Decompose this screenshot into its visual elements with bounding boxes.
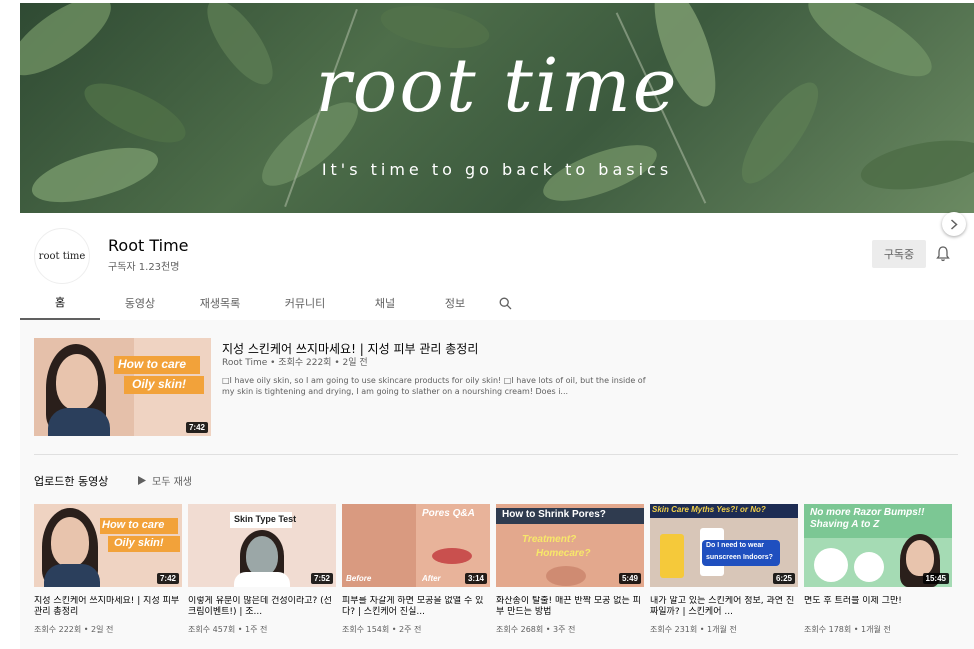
tab-home[interactable]: 홈 — [20, 286, 100, 320]
featured-video-meta: Root Time • 조회수 222회 • 2일 전 — [222, 358, 368, 368]
thumb-caption: sunscreen Indoors? — [706, 554, 773, 561]
featured-duration: 7:42 — [185, 422, 208, 433]
video-meta: 조회수 231회 • 1개월 전 — [650, 625, 737, 634]
uploads-shelf: How to care Oily skin! 7:42 지성 스킨케어 쓰지마세… — [34, 504, 964, 639]
video-card[interactable]: How to Shrink Pores? Treatment? Homecare… — [496, 504, 644, 635]
video-card[interactable]: How to care Oily skin! 7:42 지성 스킨케어 쓰지마세… — [34, 504, 182, 635]
video-meta: 조회수 178회 • 1개월 전 — [804, 625, 891, 634]
channel-name: Root Time — [108, 236, 189, 255]
video-duration: 7:52 — [310, 573, 333, 584]
thumb-caption: How to care — [102, 519, 165, 531]
video-duration: 7:42 — [156, 573, 179, 584]
channel-search-icon[interactable] — [490, 286, 520, 320]
avatar-text: root time — [38, 250, 86, 262]
channel-tabs: 홈 동영상 재생목록 커뮤니티 채널 정보 — [20, 286, 974, 320]
play-all-label: 모두 재생 — [152, 476, 192, 488]
video-title[interactable]: 화산송이 탈출! 매끈 반짝 모공 없는 피부 만드는 방법 — [496, 596, 644, 618]
chevron-right-icon — [950, 218, 958, 230]
video-thumbnail[interactable]: How to care Oily skin! 7:42 — [34, 504, 182, 587]
tab-playlists[interactable]: 재생목록 — [180, 286, 260, 320]
video-card[interactable]: Pores Q&A Before After 3:14 피부를 자갈게 하면 모… — [342, 504, 490, 635]
thumb-caption: Treatment? — [522, 534, 577, 545]
featured-video-thumbnail[interactable]: How to care Oily skin! 7:42 — [34, 338, 211, 436]
channel-banner: root time It's time to go back to basics — [20, 3, 974, 213]
video-card[interactable]: Skin Type Test 7:52 이렇게 유분이 많은데 건성이라고? (… — [188, 504, 336, 635]
tab-videos[interactable]: 동영상 — [100, 286, 180, 320]
featured-video-description: □I have oily skin, so I am going to use … — [222, 376, 646, 396]
thumb-caption: Homecare? — [536, 548, 591, 559]
tab-community[interactable]: 커뮤니티 — [260, 286, 350, 320]
video-title[interactable]: 피부를 자갈게 하면 모공을 없앨 수 있다? | 스킨케어 진실... — [342, 596, 490, 618]
banner-subtitle: It's time to go back to basics — [321, 160, 673, 179]
thumb-caption: After — [422, 574, 441, 583]
subscribed-button[interactable]: 구독중 — [872, 240, 926, 268]
notification-bell-icon[interactable] — [934, 244, 952, 264]
banner-title: root time — [315, 43, 679, 129]
thumb-caption: Before — [346, 574, 372, 583]
play-all-button[interactable]: 모두 재생 — [138, 471, 192, 489]
subscriber-count: 구독자 1.23천명 — [108, 262, 180, 273]
video-meta: 조회수 222회 • 2일 전 — [34, 625, 114, 634]
shelf-next-button[interactable] — [942, 212, 966, 236]
home-content: How to care Oily skin! 7:42 지성 스킨케어 쓰지마세… — [20, 320, 974, 649]
video-thumbnail[interactable]: No more Razor Bumps!! Shaving A to Z 15:… — [804, 504, 952, 587]
play-icon — [138, 475, 146, 485]
thumb-caption: How to Shrink Pores? — [502, 509, 606, 520]
tab-channels[interactable]: 채널 — [350, 286, 420, 320]
video-title[interactable]: 이렇게 유분이 많은데 건성이라고? (선크림이벤트!) | 조... — [188, 596, 336, 618]
video-meta: 조회수 268회 • 3주 전 — [496, 625, 576, 634]
video-duration: 3:14 — [464, 573, 487, 584]
thumb-caption: Skin Care Myths Yes?! or No? — [652, 505, 766, 514]
featured-caption-1: How to care — [118, 357, 187, 371]
channel-avatar[interactable]: root time — [34, 228, 90, 284]
thumb-caption: No more Razor Bumps!! Shaving A to Z — [810, 507, 925, 530]
featured-caption-2: Oily skin! — [132, 377, 187, 391]
video-meta: 조회수 457회 • 1주 전 — [188, 625, 268, 634]
tab-about[interactable]: 정보 — [420, 286, 490, 320]
video-thumbnail[interactable]: Pores Q&A Before After 3:14 — [342, 504, 490, 587]
thumb-caption: Pores Q&A — [422, 508, 475, 519]
video-duration: 6:25 — [772, 573, 795, 584]
thumb-caption: Do I need to wear — [706, 542, 764, 549]
video-thumbnail[interactable]: Skin Type Test 7:52 — [188, 504, 336, 587]
video-duration: 5:49 — [618, 573, 641, 584]
thumb-caption: Oily skin! — [114, 537, 164, 549]
video-thumbnail[interactable]: How to Shrink Pores? Treatment? Homecare… — [496, 504, 644, 587]
video-card[interactable]: Skin Care Myths Yes?! or No? Do I need t… — [650, 504, 798, 635]
video-thumbnail[interactable]: Skin Care Myths Yes?! or No? Do I need t… — [650, 504, 798, 587]
video-title[interactable]: 내가 알고 있는 스킨케어 정보, 과연 진짜일까? | 스킨케어 ... — [650, 596, 798, 618]
video-title[interactable]: 지성 스킨케어 쓰지마세요! | 지성 피부 관리 총정리 — [34, 596, 182, 618]
thumb-caption: Skin Type Test — [234, 514, 297, 524]
video-title[interactable]: 면도 후 트러블 이제 그만! — [804, 596, 952, 618]
video-meta: 조회수 154회 • 2주 전 — [342, 625, 422, 634]
video-card[interactable]: No more Razor Bumps!! Shaving A to Z 15:… — [804, 504, 952, 635]
uploads-section-title[interactable]: 업로드한 동영상 — [34, 473, 108, 489]
video-duration: 15:45 — [922, 573, 949, 584]
section-divider — [34, 454, 958, 455]
